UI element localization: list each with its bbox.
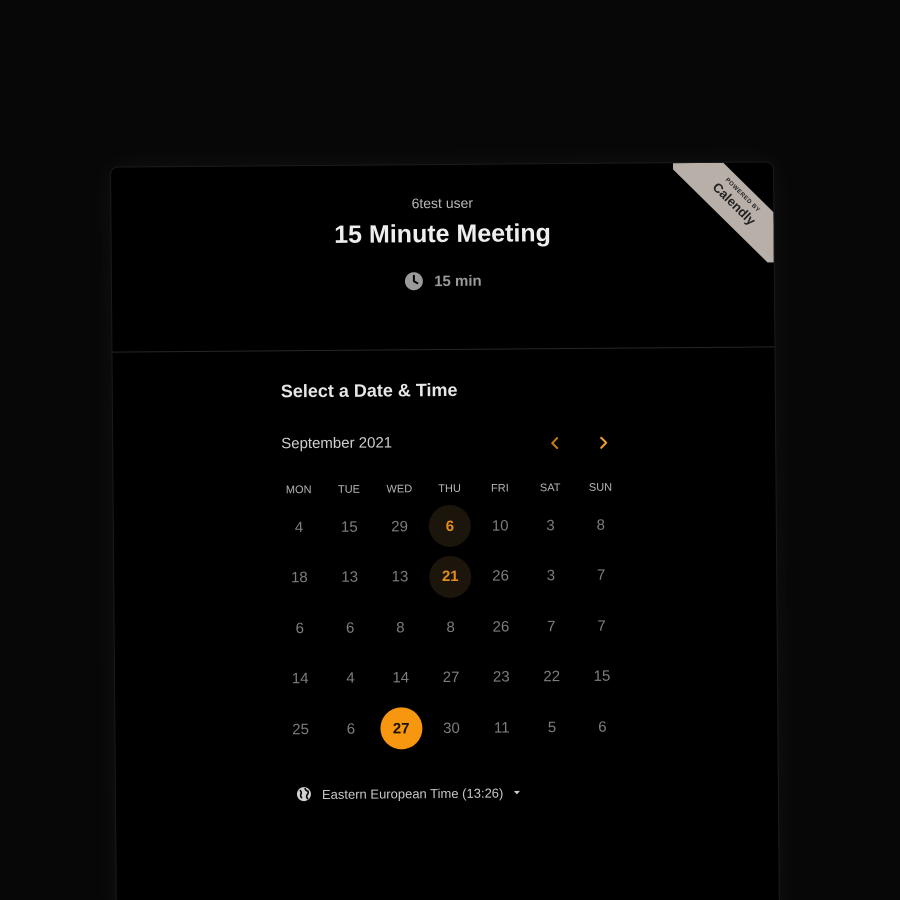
weekday-thu: THU [438, 482, 461, 496]
calendar-day: 4 [325, 653, 376, 704]
duration-label: 15 min [434, 272, 482, 290]
calendar-day-number: 6 [345, 619, 355, 637]
calendar-day-number: 6 [346, 720, 356, 738]
calendar-day: 3 [526, 550, 577, 601]
calendar-day-number: 5 [547, 718, 557, 736]
weekday-header: MON TUE WED THU FRI SAT SUN [274, 482, 626, 497]
chevron-right-icon [600, 436, 608, 449]
calendar-day-number: 14 [392, 669, 410, 687]
calendar-day-available[interactable]: 21 [425, 551, 476, 602]
calendar-day-available[interactable]: 6 [425, 501, 476, 552]
weekday-fri: FRI [490, 482, 509, 495]
calendar-day: 7 [576, 601, 627, 652]
calendar-day: 13 [324, 552, 375, 603]
calendar-day-number: 7 [547, 617, 556, 635]
calendar-day-number: 6 [598, 718, 607, 736]
next-month-button[interactable] [591, 431, 615, 455]
calendar-day-number: 23 [492, 668, 510, 686]
calendar-day: 8 [575, 500, 626, 551]
calendar-day-number: 4 [294, 518, 304, 536]
calendar-day: 22 [526, 651, 577, 702]
calendar-day: 13 [375, 552, 426, 603]
calendar-day-number: 15 [593, 667, 611, 686]
calendar-day-number: 11 [493, 719, 510, 737]
weekday-sat: SAT [539, 482, 561, 495]
calendar-day-number: 21 [429, 555, 472, 598]
calendar-day: 18 [274, 552, 325, 603]
calendar-day: 30 [426, 703, 477, 754]
calendar-day-number: 27 [442, 669, 460, 687]
calendar-day: 14 [375, 653, 426, 704]
calendar-day: 5 [527, 702, 578, 753]
calendar-day-number: 8 [396, 619, 405, 637]
calendar-day-number: 22 [543, 668, 561, 686]
calendar-day: 7 [526, 601, 577, 652]
calendar-day-number: 8 [596, 516, 606, 534]
calendar-day-number: 4 [346, 669, 355, 688]
calendar-day-number: 25 [292, 720, 309, 738]
calendar-day-number: 13 [341, 568, 359, 587]
calendar-day-number: 8 [446, 618, 455, 636]
month-label: September 2021 [281, 434, 393, 453]
calendar-day-number: 6 [428, 505, 472, 548]
calendar-day: 6 [274, 603, 325, 654]
calendar-day-number: 6 [295, 619, 305, 637]
calendar-day-number: 3 [546, 567, 556, 585]
timezone-label: Eastern European Time (13:26) [321, 785, 504, 802]
month-navigation: September 2021 [281, 431, 613, 458]
calendar-day: 14 [275, 653, 326, 704]
calendar-day: 15 [324, 502, 375, 553]
scheduling-card: 6test user 15 Minute Meeting 15 min POWE… [110, 161, 780, 900]
timezone-selector[interactable]: Eastern European Time (13:26) [296, 784, 522, 802]
calendar-day: 6 [325, 603, 376, 654]
calendar-day: 7 [576, 550, 627, 601]
chevron-left-icon [551, 437, 559, 450]
calendar-day-number: 15 [340, 518, 358, 536]
calendar-day: 25 [275, 704, 326, 755]
calendar-day-number: 13 [391, 568, 409, 586]
calendar-day: 23 [476, 652, 527, 703]
calendar-day-number: 7 [596, 566, 606, 585]
calendar-day-number: 10 [491, 517, 509, 535]
calendar-grid: 4 15 29 6 10 3 8 18 13 13 21 26 3 7 6 6 8 8 26 7 7 14 4 14 27 23 2… [274, 500, 628, 755]
calendar-day: 27 [426, 652, 477, 703]
calendar-day-number: 3 [546, 516, 555, 534]
powered-by-ribbon: POWERED BY Calendly [673, 162, 774, 264]
calendar-day: 26 [475, 551, 526, 602]
calendar-day: 6 [577, 702, 628, 753]
calendar-day: 8 [375, 602, 426, 653]
previous-month-button[interactable] [543, 431, 567, 455]
weekday-wed: WED [386, 483, 413, 496]
calendar-day: 11 [476, 702, 527, 753]
calendar-day-number: 29 [391, 518, 408, 536]
caret-down-icon [514, 790, 521, 795]
calendar-day-number: 14 [291, 670, 309, 688]
weekday-sun: SUN [588, 481, 613, 494]
calendar-day-number: 27 [380, 707, 423, 750]
weekday-mon: MON [285, 484, 312, 497]
powered-by-badge[interactable]: POWERED BY Calendly [673, 162, 774, 264]
calendar-day: 29 [374, 501, 425, 552]
calendar-day: 3 [525, 500, 576, 551]
calendar-day-number: 18 [290, 569, 308, 587]
calendar-day: 15 [577, 651, 628, 702]
section-title: Select a Date & Time [280, 379, 458, 402]
calendar-day-number: 26 [492, 618, 510, 636]
calendar-day-number: 26 [492, 567, 509, 585]
clock-icon [405, 272, 424, 291]
calendar-day: 4 [274, 502, 325, 553]
weekday-tue: TUE [337, 483, 361, 496]
calendar-day-number: 7 [597, 617, 606, 635]
calendar-day-number: 30 [443, 719, 460, 737]
calendar-day: 6 [326, 704, 377, 755]
event-duration: 15 min [112, 268, 774, 293]
calendar-day: 10 [475, 500, 526, 551]
calendar-day-selected[interactable]: 27 [376, 703, 427, 754]
page: 6test user 15 Minute Meeting 15 min POWE… [0, 0, 900, 900]
globe-icon [296, 787, 311, 802]
calendar-day: 26 [476, 601, 527, 652]
calendar-day: 8 [425, 602, 476, 653]
